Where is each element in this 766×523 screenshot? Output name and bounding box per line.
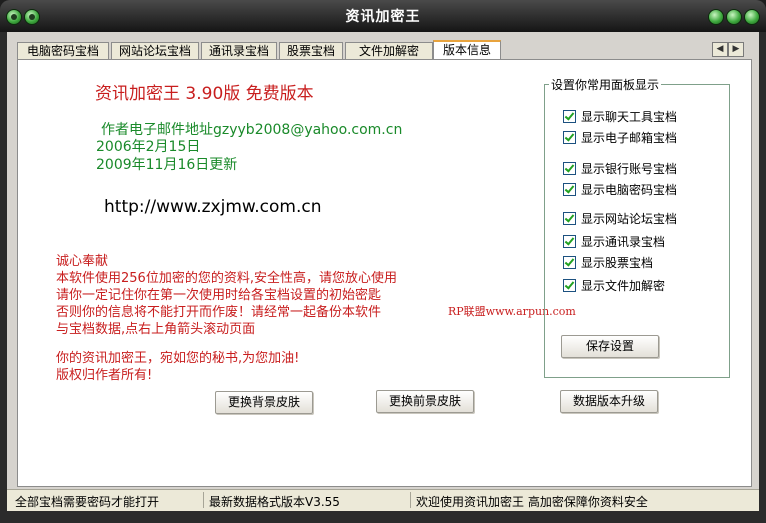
website-url[interactable]: http://www.zxjmw.com.cn bbox=[104, 197, 321, 217]
version-heading: 资讯加密王 3.90版 免费版本 bbox=[95, 84, 314, 104]
checkbox-check-icon[interactable] bbox=[563, 162, 576, 175]
checkbox-check-icon[interactable] bbox=[563, 110, 576, 123]
checkbox-check-icon[interactable] bbox=[563, 131, 576, 144]
update-date: 2009年11月16日更新 bbox=[96, 157, 238, 173]
tab-stocks[interactable]: 股票宝档 bbox=[279, 42, 343, 60]
notice-line-7: 版权归作者所有! bbox=[56, 368, 153, 383]
release-date: 2006年2月15日 bbox=[96, 139, 201, 155]
checkbox-file-encrypt[interactable]: 显示文件加解密 bbox=[563, 278, 665, 294]
client-area: 电脑密码宝档 网站论坛宝档 通讯录宝档 股票宝档 文件加解密 版本信息 ◀ ▶ … bbox=[7, 32, 759, 510]
data-version-upgrade-button[interactable]: 数据版本升级 bbox=[560, 390, 658, 413]
checkbox-bank-account[interactable]: 显示银行账号宝档 bbox=[563, 161, 677, 177]
tab-scroll-right-icon[interactable]: ▶ bbox=[728, 42, 744, 57]
status-divider bbox=[203, 492, 204, 508]
status-data-format-version: 最新数据格式版本V3.55 bbox=[209, 495, 340, 509]
status-password-required: 全部宝档需要密码才能打开 bbox=[15, 495, 160, 509]
checkbox-pc-password[interactable]: 显示电脑密码宝档 bbox=[563, 182, 677, 198]
window-title: 资讯加密王 bbox=[345, 9, 421, 25]
save-settings-button[interactable]: 保存设置 bbox=[561, 335, 659, 358]
close-button[interactable] bbox=[744, 9, 760, 25]
checkbox-email[interactable]: 显示电子邮箱宝档 bbox=[563, 130, 677, 146]
change-background-skin-button[interactable]: 更换背景皮肤 bbox=[215, 391, 313, 414]
tab-website-forum[interactable]: 网站论坛宝档 bbox=[111, 42, 199, 60]
maximize-button[interactable] bbox=[726, 9, 742, 25]
tab-scroll-left-icon[interactable]: ◀ bbox=[712, 42, 728, 57]
change-foreground-skin-button[interactable]: 更换前景皮肤 bbox=[376, 390, 474, 413]
notice-line-5: 与宝档数据,点右上角箭头滚动页面 bbox=[56, 322, 256, 337]
checkbox-check-icon[interactable] bbox=[563, 279, 576, 292]
checkbox-website-forum[interactable]: 显示网站论坛宝档 bbox=[563, 211, 677, 227]
checkbox-stocks[interactable]: 显示股票宝档 bbox=[563, 255, 653, 271]
tab-pc-password[interactable]: 电脑密码宝档 bbox=[17, 42, 109, 60]
version-info-page: 资讯加密王 3.90版 免费版本 作者电子邮件地址gzyyb2008@yahoo… bbox=[17, 59, 752, 487]
tab-file-encrypt[interactable]: 文件加解密 bbox=[345, 42, 433, 60]
app-window: 资讯加密王 电脑密码宝档 网站论坛宝档 通讯录宝档 股票宝档 文件加解密 版本信… bbox=[0, 0, 766, 523]
checkbox-contacts[interactable]: 显示通讯录宝档 bbox=[563, 234, 665, 250]
tab-version-info[interactable]: 版本信息 bbox=[433, 40, 501, 61]
status-divider bbox=[410, 492, 411, 508]
checkbox-check-icon[interactable] bbox=[563, 183, 576, 196]
panel-display-settings: 设置你常用面板显示 显示聊天工具宝档 显示电子邮箱宝档 显示银行账号宝档 显示电… bbox=[544, 76, 730, 378]
minimize-button[interactable] bbox=[708, 9, 724, 25]
tab-contacts[interactable]: 通讯录宝档 bbox=[201, 42, 277, 60]
title-bar[interactable]: 资讯加密王 bbox=[0, 0, 766, 32]
status-welcome: 欢迎使用资讯加密王 高加密保障你资料安全 bbox=[416, 495, 648, 509]
panel-legend: 设置你常用面板显示 bbox=[549, 76, 662, 93]
checkbox-check-icon[interactable] bbox=[563, 212, 576, 225]
checkbox-check-icon[interactable] bbox=[563, 256, 576, 269]
checkbox-check-icon[interactable] bbox=[563, 235, 576, 248]
checkbox-chat-tools[interactable]: 显示聊天工具宝档 bbox=[563, 109, 677, 125]
status-bar: 全部宝档需要密码才能打开 最新数据格式版本V3.55 欢迎使用资讯加密王 高加密… bbox=[7, 489, 759, 511]
